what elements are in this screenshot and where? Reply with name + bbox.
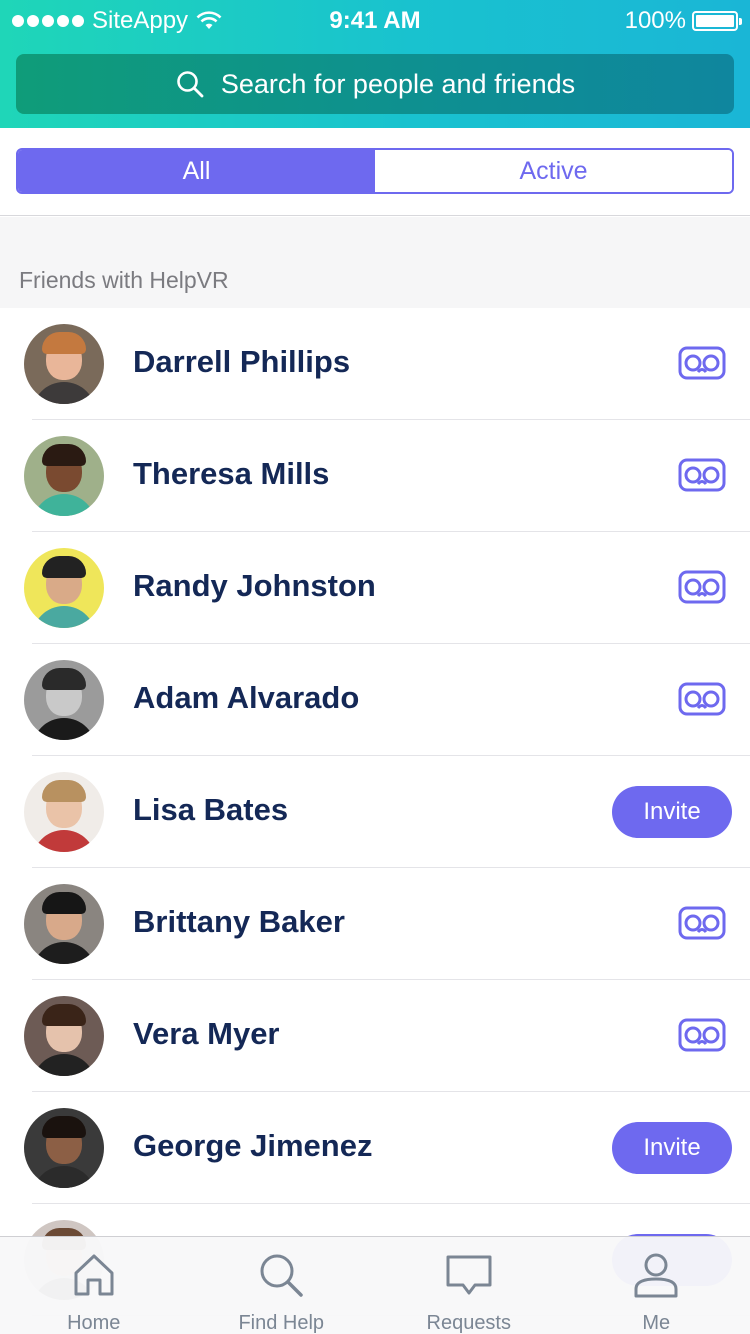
tab-me[interactable]: Me [563, 1237, 750, 1334]
vr-headset-icon[interactable] [678, 345, 726, 381]
list-item[interactable]: Brittany Baker [0, 868, 750, 980]
chat-bubble-icon [445, 1251, 493, 1304]
avatar [24, 436, 104, 516]
vr-headset-icon[interactable] [678, 457, 726, 493]
status-bar: SiteAppy 9:41 AM 100% [0, 0, 750, 40]
list-item[interactable]: Vera Myer [0, 980, 750, 1092]
section-header: Friends with HelpVR [0, 217, 750, 308]
vr-headset-icon[interactable] [678, 905, 726, 941]
list-item[interactable]: Randy Johnston [0, 532, 750, 644]
person-icon [632, 1251, 680, 1304]
battery-icon [692, 11, 742, 31]
tab-label: Requests [426, 1312, 512, 1334]
avatar [24, 1108, 104, 1188]
home-icon [70, 1251, 118, 1304]
friend-name: Adam Alvarado [133, 680, 360, 715]
tab-label: Me [642, 1312, 671, 1334]
search-bar[interactable]: Search for people and friends [16, 54, 734, 114]
segmented-control: All Active [16, 148, 734, 194]
tab-label: Find Help [238, 1312, 325, 1334]
tab-label: Home [67, 1312, 121, 1334]
list-item[interactable]: Lisa Bates Invite [0, 756, 750, 868]
friend-list: Darrell Phillips Theresa Mills Randy Johns… [0, 308, 750, 1316]
list-item[interactable]: George Jimenez Invite [0, 1092, 750, 1204]
search-icon [257, 1251, 305, 1304]
section-title: Friends with HelpVR [19, 267, 229, 293]
battery-info: 100% [624, 7, 742, 35]
list-item[interactable]: Darrell Phillips [0, 308, 750, 420]
avatar [24, 324, 104, 404]
avatar [24, 548, 104, 628]
segment-all[interactable]: All [18, 150, 375, 192]
vr-headset-icon[interactable] [678, 1017, 726, 1053]
friend-name: Lisa Bates [133, 792, 289, 827]
tab-find-help[interactable]: Find Help [188, 1237, 376, 1334]
invite-button[interactable]: Invite [612, 786, 732, 838]
avatar [24, 772, 104, 852]
friend-name: Darrell Phillips [133, 344, 351, 379]
segment-active[interactable]: Active [375, 150, 732, 192]
list-item[interactable]: Theresa Mills [0, 420, 750, 532]
battery-percent: 100% [624, 7, 686, 34]
friend-name: Brittany Baker [133, 904, 345, 939]
avatar [24, 996, 104, 1076]
tab-home[interactable]: Home [0, 1237, 188, 1334]
vr-headset-icon[interactable] [678, 569, 726, 605]
invite-button[interactable]: Invite [612, 1122, 732, 1174]
header: SiteAppy 9:41 AM 100% Search for people … [0, 0, 750, 128]
vr-headset-icon[interactable] [678, 681, 726, 717]
avatar [24, 884, 104, 964]
tab-bar: Home Find Help Requests Me [0, 1236, 750, 1334]
search-placeholder: Search for people and friends [220, 68, 576, 99]
search-icon [177, 71, 204, 98]
avatar [24, 660, 104, 740]
filter-bar: All Active [0, 128, 750, 216]
friend-name: Vera Myer [133, 1016, 280, 1051]
friend-name: Randy Johnston [133, 568, 376, 603]
friend-name: Theresa Mills [133, 456, 330, 491]
friend-name: George Jimenez [133, 1128, 373, 1163]
list-item[interactable]: Adam Alvarado [0, 644, 750, 756]
tab-requests[interactable]: Requests [375, 1237, 563, 1334]
